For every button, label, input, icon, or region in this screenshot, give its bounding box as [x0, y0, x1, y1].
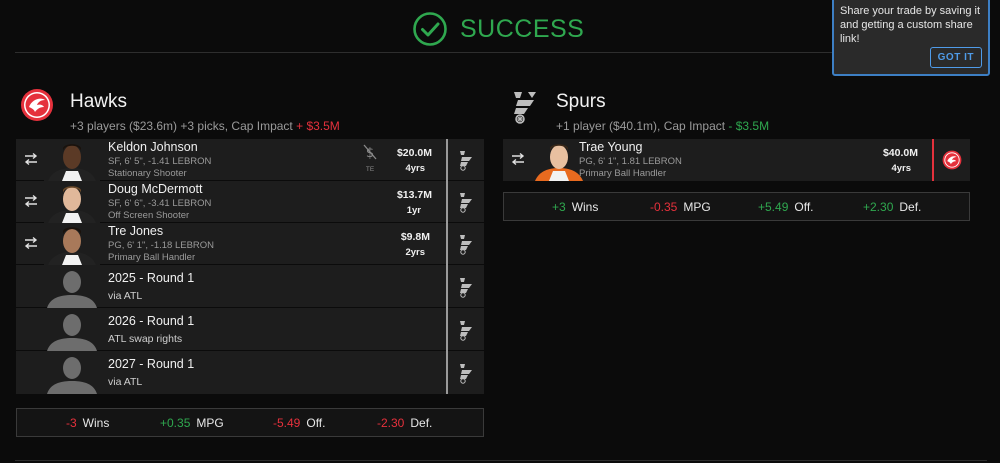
spurs-team-tab [446, 351, 484, 394]
spurs-team-tab [446, 139, 484, 181]
stat-wins: +3 Wins [552, 200, 599, 214]
share-tooltip: Share your trade by saving it and gettin… [832, 0, 990, 76]
got-it-button[interactable]: GOT IT [929, 47, 982, 68]
team-name-hawks: Hawks [70, 91, 128, 112]
player-row[interactable]: Trae Young PG, 6' 1", 1.81 LEBRON Primary… [503, 139, 970, 181]
stat-off: -5.49 Off. [273, 416, 326, 430]
player-name: Trae Young [579, 140, 643, 154]
pick-name: 2025 - Round 1 [108, 271, 195, 285]
draft-pick-row[interactable]: 2027 - Round 1 via ATL [16, 351, 484, 394]
swap-icon[interactable] [24, 236, 38, 250]
success-title: SUCCESS [460, 14, 585, 43]
player-salary: $40.0M [882, 147, 918, 159]
player-salary: $20.0M [396, 147, 432, 159]
player-years: 4yrs [405, 163, 425, 174]
check-circle-icon [413, 12, 447, 46]
stat-def: +2.30 Def. [863, 200, 922, 214]
player-row[interactable]: Doug McDermott SF, 6' 6", -3.41 LEBRON Of… [16, 181, 484, 223]
success-banner: SUCCESS [412, 9, 584, 49]
spurs-logo-icon [460, 277, 472, 298]
spurs-logo-icon [460, 235, 472, 255]
team-summary-spurs: +1 player ($40.1m), Cap Impact - $3.5M [556, 119, 770, 133]
player-meta: PG, 6' 1", -1.18 LEBRON Primary Ball Hand… [108, 240, 215, 263]
player-salary: $13.7M [396, 189, 432, 201]
player-silhouette-icon [44, 354, 100, 394]
pick-via: ATL swap rights [108, 333, 183, 345]
player-years: 2yrs [405, 247, 425, 258]
pick-via: via ATL [108, 290, 143, 302]
pick-name: 2026 - Round 1 [108, 314, 195, 328]
footer-divider [15, 460, 987, 461]
cap-impact-spurs: - $3.5M [728, 119, 770, 133]
player-meta: PG, 6' 1", 1.81 LEBRON Primary Ball Handl… [579, 156, 682, 179]
player-silhouette-icon [44, 268, 100, 308]
player-years: 4yrs [891, 163, 911, 174]
stat-mpg: -0.35 MPG [650, 200, 711, 214]
team-summary-hawks: +3 players ($23.6m) +3 picks, Cap Impact… [70, 119, 340, 133]
player-years: 1yr [406, 205, 421, 216]
swap-icon[interactable] [24, 152, 38, 166]
spurs-team-tab [446, 223, 484, 265]
player-headshot [44, 183, 100, 223]
tooltip-text: Share your trade by saving it and gettin… [840, 5, 981, 45]
spurs-logo-icon [460, 363, 472, 384]
draft-pick-row[interactable]: 2026 - Round 1 ATL swap rights [16, 308, 484, 351]
player-salary: $9.8M [400, 231, 430, 243]
spurs-team-tab [446, 181, 484, 223]
draft-pick-row[interactable]: 2025 - Round 1 via ATL [16, 265, 484, 308]
no-dollar-icon: $ [363, 144, 377, 161]
hawks-team-tab [932, 139, 970, 181]
stat-wins: -3 Wins [66, 416, 110, 430]
hawks-header: Hawks +3 players ($23.6m) +3 picks, Cap … [20, 88, 340, 133]
hawks-stats-bar: -3 Wins +0.35 MPG -5.49 Off. -2.30 Def. [16, 408, 484, 437]
spurs-logo-icon [460, 151, 472, 171]
spurs-incoming-list: Trae Young PG, 6' 1", 1.81 LEBRON Primary… [503, 139, 970, 181]
trade-exception: $ TE [361, 144, 379, 173]
player-silhouette-icon [44, 311, 100, 351]
hawks-incoming-list: Keldon Johnson SF, 6' 5", -1.41 LEBRON St… [16, 139, 484, 394]
hawks-logo-icon [942, 150, 962, 170]
player-meta: SF, 6' 5", -1.41 LEBRON Stationary Shoote… [108, 156, 212, 179]
player-row[interactable]: Keldon Johnson SF, 6' 5", -1.41 LEBRON St… [16, 139, 484, 181]
spurs-team-tab [446, 265, 484, 308]
stat-mpg: +0.35 MPG [160, 416, 224, 430]
player-headshot [44, 225, 100, 265]
player-name: Tre Jones [108, 224, 164, 238]
spurs-logo-icon [460, 193, 472, 213]
spurs-team-tab [446, 308, 484, 351]
stat-def: -2.30 Def. [377, 416, 433, 430]
cap-impact-hawks: + $3.5M [296, 119, 340, 133]
player-name: Doug McDermott [108, 182, 203, 196]
spurs-logo-icon [514, 92, 536, 124]
team-name-spurs: Spurs [556, 91, 606, 112]
pick-name: 2027 - Round 1 [108, 357, 195, 371]
player-row[interactable]: Tre Jones PG, 6' 1", -1.18 LEBRON Primary… [16, 223, 484, 265]
spurs-stats-bar: +3 Wins -0.35 MPG +5.49 Off. +2.30 Def. [503, 192, 970, 221]
player-headshot [44, 141, 100, 181]
swap-icon[interactable] [511, 152, 525, 166]
spurs-header: Spurs +1 player ($40.1m), Cap Impact - $… [508, 88, 769, 133]
swap-icon[interactable] [24, 194, 38, 208]
pick-via: via ATL [108, 376, 143, 388]
stat-off: +5.49 Off. [758, 200, 814, 214]
player-meta: SF, 6' 6", -3.41 LEBRON Off Screen Shoote… [108, 198, 212, 221]
player-name: Keldon Johnson [108, 140, 198, 154]
hawks-logo-icon [21, 89, 53, 121]
spurs-logo-icon [460, 320, 472, 341]
